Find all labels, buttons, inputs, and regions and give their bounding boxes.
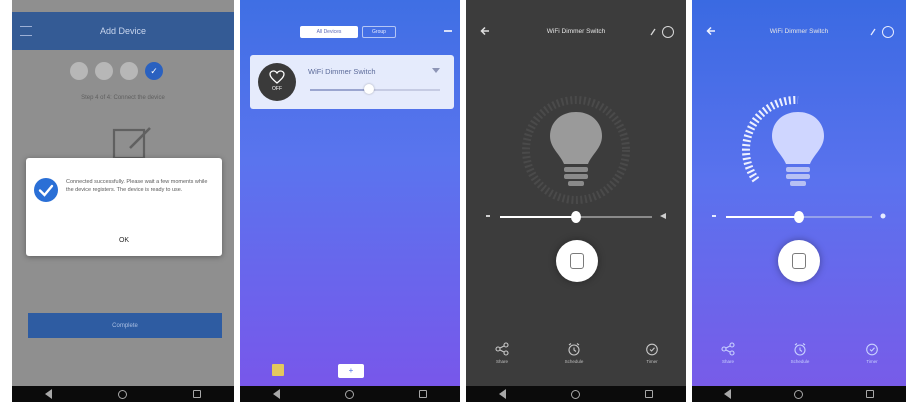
nav-recents-icon[interactable]	[866, 390, 875, 398]
brighten-icon[interactable]	[660, 213, 666, 219]
phone-device-control-on: WiFi Dimmer Switch Share Schedule Timer	[692, 0, 906, 402]
share-label: Share	[495, 359, 508, 364]
more-icon[interactable]	[444, 30, 452, 32]
edit-icon	[112, 127, 151, 160]
menu-icon[interactable]	[20, 26, 32, 36]
bottom-tab-bar: +	[240, 358, 460, 382]
edit-icon[interactable]	[650, 28, 656, 36]
brightness-fill	[500, 216, 576, 218]
phone-add-device: Add Device ✓ Step 4 of 4: Connect the de…	[12, 0, 234, 402]
check-circle-icon	[34, 178, 58, 202]
step-dot	[120, 62, 138, 80]
brighten-icon[interactable]	[880, 213, 886, 219]
add-device-button[interactable]: +	[338, 364, 364, 378]
dim-icon[interactable]	[486, 215, 490, 217]
app-bar: Add Device	[12, 12, 234, 50]
steps-caption: Step 4 of 4: Connect the device	[81, 95, 165, 101]
more-icon[interactable]	[662, 26, 674, 38]
brightness-slider-thumb[interactable]	[363, 84, 374, 94]
brightness-slider-thumb[interactable]	[571, 211, 581, 223]
nav-recents-icon[interactable]	[645, 390, 654, 398]
system-nav-bar	[240, 386, 460, 402]
home-tab-icon[interactable]	[272, 364, 284, 376]
alarm-icon	[794, 343, 806, 356]
nav-back-icon[interactable]	[723, 389, 731, 399]
phone-device-list: All Devices Group OFF WiFi Dimmer Switch…	[240, 0, 460, 402]
power-toggle-button[interactable]: OFF	[258, 63, 296, 101]
status-bar	[240, 0, 460, 12]
chevron-down-icon[interactable]	[432, 68, 440, 73]
more-icon[interactable]	[882, 26, 894, 38]
device-header: WiFi Dimmer Switch	[692, 12, 906, 46]
nav-back-icon[interactable]	[498, 389, 506, 399]
dialog-message: Connected successfully. Please wait a fe…	[66, 179, 208, 193]
power-button[interactable]	[556, 240, 598, 282]
timer-label: Timer	[646, 359, 658, 364]
status-bar	[466, 0, 686, 12]
schedule-button[interactable]: Schedule	[554, 342, 594, 364]
share-icon	[721, 342, 735, 356]
share-button[interactable]: Share	[708, 342, 748, 364]
edit-icon[interactable]	[870, 28, 876, 36]
share-icon	[495, 342, 509, 356]
brightness-slider-thumb[interactable]	[794, 211, 804, 223]
brightness-slider[interactable]	[712, 211, 886, 223]
power-label: OFF	[272, 86, 282, 92]
complete-button[interactable]: Complete	[28, 313, 222, 338]
schedule-button[interactable]: Schedule	[780, 342, 820, 364]
schedule-label: Schedule	[790, 359, 810, 364]
nav-recents-icon[interactable]	[193, 390, 201, 398]
brightness-fill	[310, 89, 369, 91]
timer-button[interactable]: Timer	[632, 342, 672, 364]
share-label: Share	[721, 359, 734, 364]
system-nav-bar	[12, 386, 234, 402]
nav-recents-icon[interactable]	[419, 390, 428, 398]
device-card[interactable]: OFF WiFi Dimmer Switch	[250, 55, 454, 109]
system-nav-bar	[466, 386, 686, 402]
status-bar	[12, 0, 234, 12]
step-indicator: ✓	[70, 62, 163, 80]
alarm-icon	[568, 343, 580, 356]
nav-home-icon[interactable]	[344, 389, 354, 399]
bulb-icon	[772, 112, 824, 186]
dim-icon[interactable]	[712, 215, 716, 217]
nav-home-icon[interactable]	[118, 389, 127, 399]
power-icon	[570, 253, 584, 269]
bulb-icon	[550, 112, 602, 186]
phone-device-control-off: WiFi Dimmer Switch Share Schedule Timer	[466, 0, 686, 402]
timer-label: Timer	[866, 359, 878, 364]
status-bar	[692, 0, 906, 12]
dialog-ok-button[interactable]: OK	[26, 237, 222, 244]
tab-all-devices[interactable]: All Devices	[300, 26, 358, 38]
step-dot	[95, 62, 113, 80]
device-header: WiFi Dimmer Switch	[466, 12, 686, 46]
success-dialog: Connected successfully. Please wait a fe…	[26, 158, 222, 256]
power-button[interactable]	[778, 240, 820, 282]
app-bar-title: Add Device	[99, 26, 147, 36]
nav-home-icon[interactable]	[570, 389, 580, 399]
brightness-slider[interactable]	[486, 211, 666, 223]
schedule-label: Schedule	[564, 359, 584, 364]
timer-icon	[866, 343, 878, 356]
share-button[interactable]: Share	[482, 342, 522, 364]
power-icon	[792, 253, 806, 269]
nav-home-icon[interactable]	[793, 389, 803, 399]
nav-back-icon[interactable]	[272, 389, 280, 399]
timer-icon	[646, 343, 658, 356]
timer-button[interactable]: Timer	[852, 342, 892, 364]
nav-back-icon[interactable]	[45, 389, 52, 399]
tab-group[interactable]: Group	[362, 26, 396, 38]
heart-icon	[269, 70, 285, 84]
brightness-fill	[726, 216, 799, 218]
step-dot	[70, 62, 88, 80]
action-bar: Share Schedule Timer	[466, 342, 686, 378]
system-nav-bar	[692, 386, 906, 402]
action-bar: Share Schedule Timer	[692, 342, 906, 378]
device-title: WiFi Dimmer Switch	[308, 67, 376, 76]
check-icon: ✓	[145, 62, 163, 80]
